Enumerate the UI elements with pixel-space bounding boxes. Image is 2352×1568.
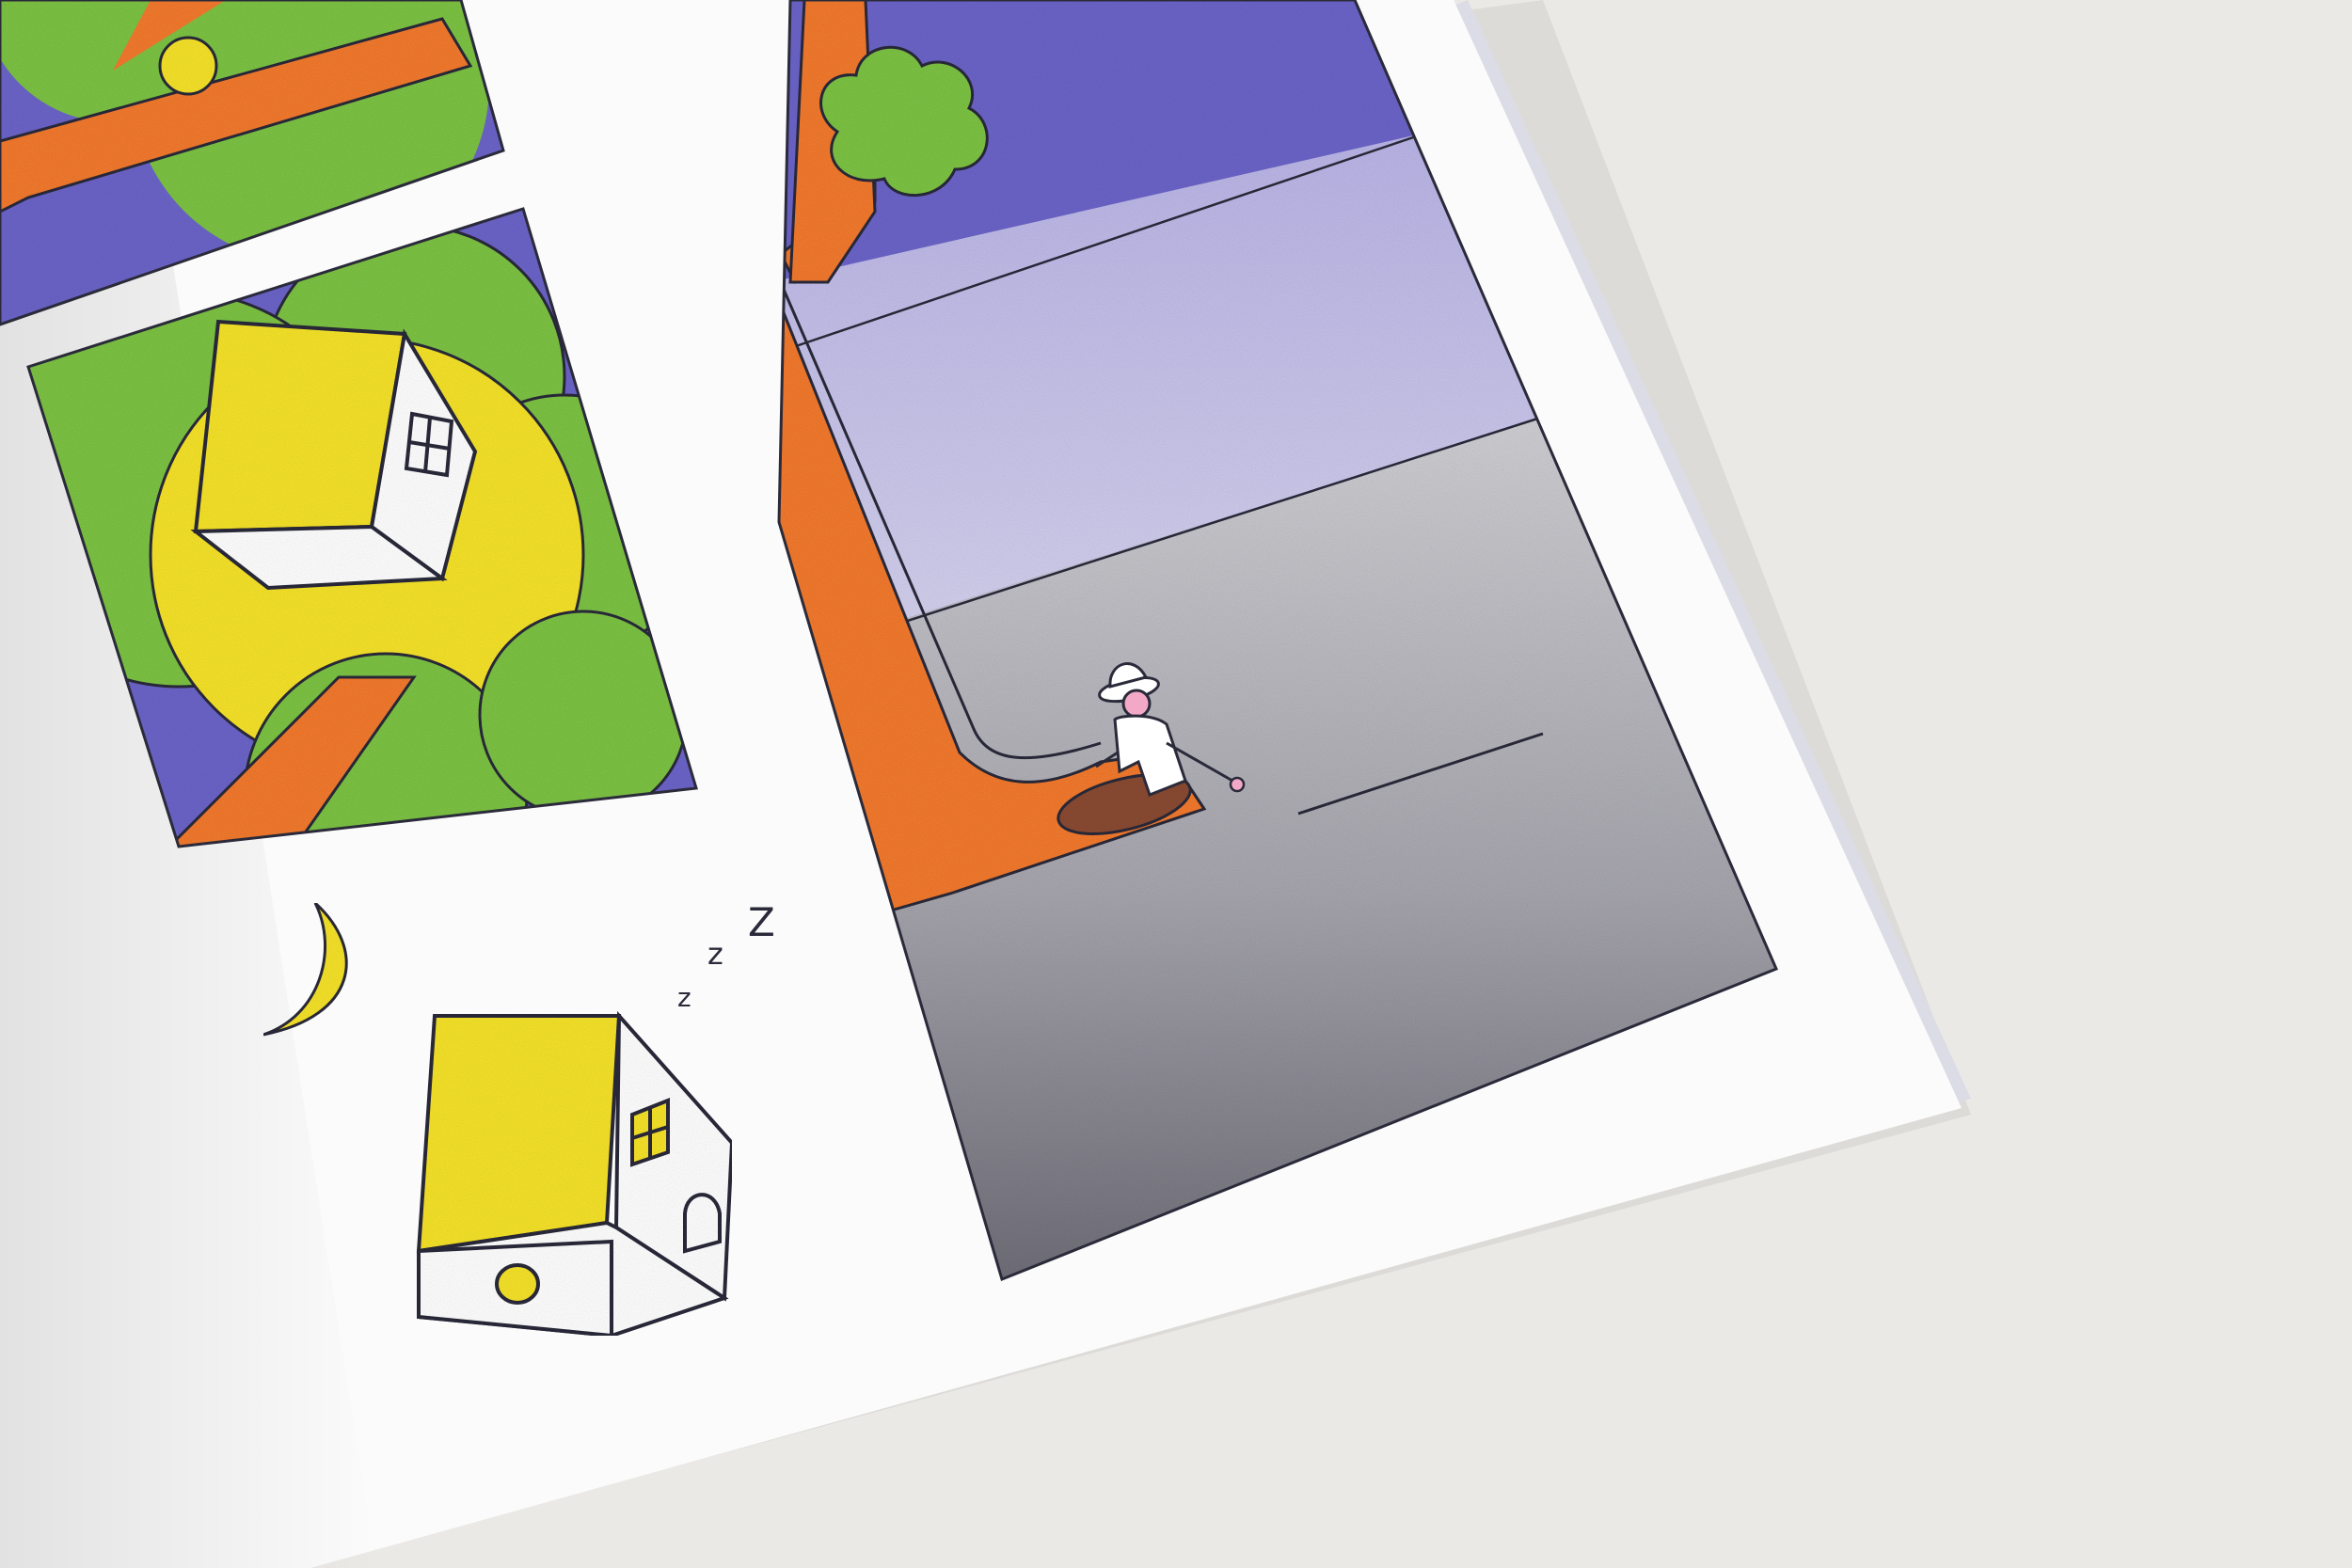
photo-stage: z z Z xyxy=(0,0,2352,1568)
sleep-z-medium: z xyxy=(707,936,723,972)
comic-page-illustration: z z Z xyxy=(0,0,2352,1568)
house-door xyxy=(683,1193,722,1254)
house-window-icon xyxy=(404,411,454,478)
sleep-z-large: Z xyxy=(748,899,775,945)
house-round-window xyxy=(495,1263,540,1305)
moon-icon xyxy=(158,36,218,96)
sleep-z-small: z xyxy=(677,982,691,1013)
